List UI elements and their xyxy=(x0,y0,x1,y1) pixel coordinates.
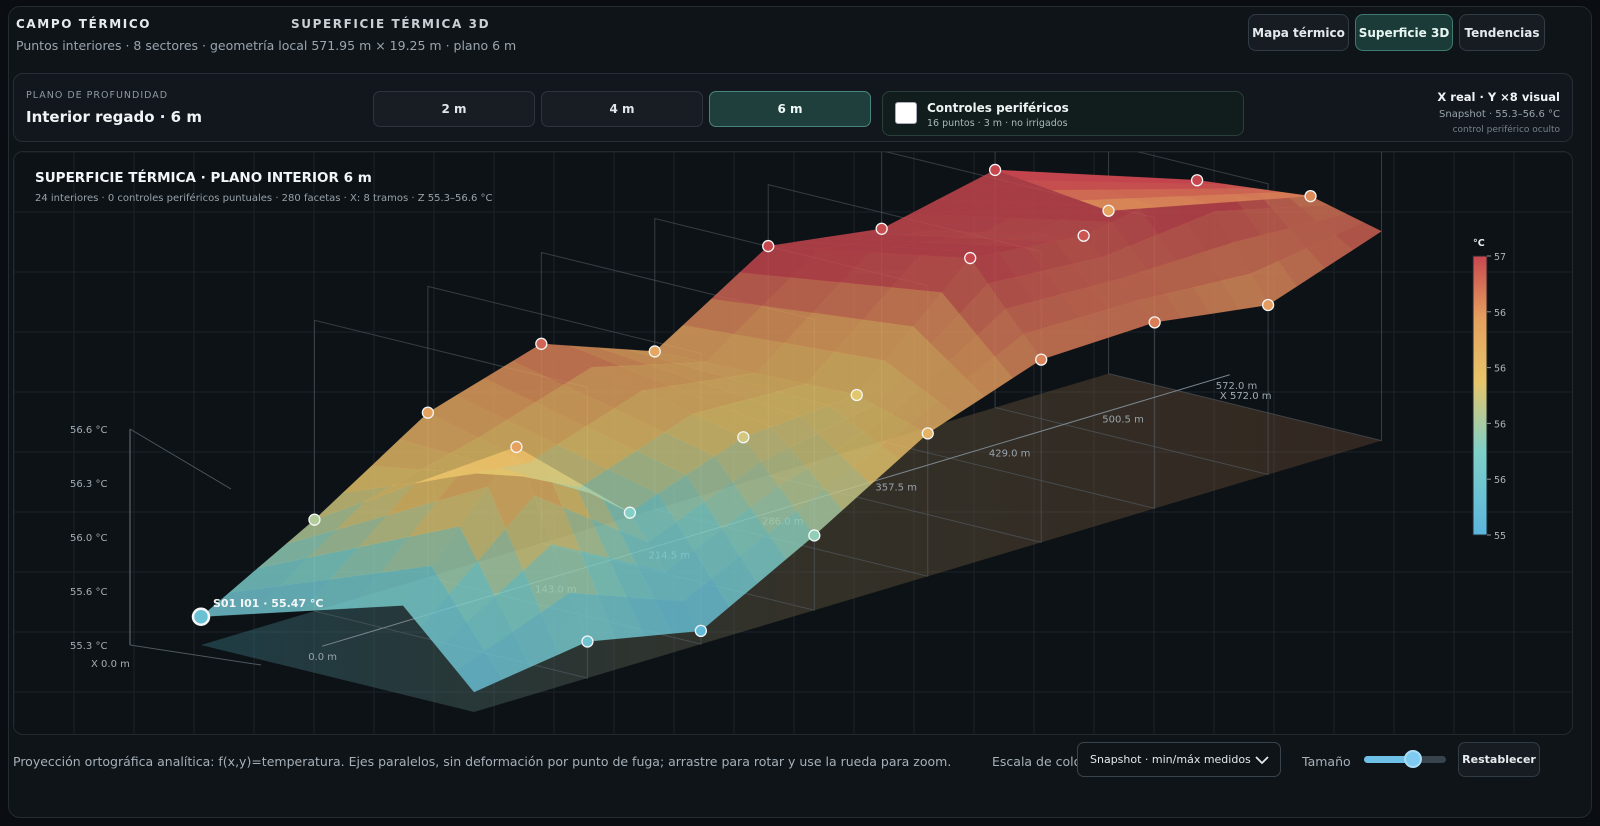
reset-button[interactable]: Restablecer xyxy=(1458,742,1540,777)
measurement-point xyxy=(1190,174,1204,187)
measurement-point xyxy=(737,431,750,444)
view-button-heatmap[interactable]: Mapa térmico xyxy=(1248,14,1349,51)
depth-label: PLANO DE PROFUNDIDAD xyxy=(26,90,169,101)
surface-chart-card: 56.6 °C 56.3 °C 56.0 °C 55.6 °C 55.3 °C 0.0 m… xyxy=(13,151,1573,735)
x-end-label: X 572.0 m xyxy=(1220,391,1272,402)
peripheral-controls-toggle[interactable]: Controles periféricos 16 puntos · 3 m · … xyxy=(882,91,1244,136)
surface-plot[interactable]: 56.6 °C 56.3 °C 56.0 °C 55.6 °C 55.3 °C 0.0 m… xyxy=(14,152,1573,735)
measurement-point xyxy=(623,506,637,519)
z-tick-label: 55.3 °C xyxy=(70,641,107,652)
x-tick-label: 500.5 m xyxy=(1102,415,1144,426)
measurement-point xyxy=(1077,229,1090,242)
color-scale-label: Escala de color xyxy=(992,754,1087,769)
scale-snapshot: Snapshot · 55.3–56.6 °C xyxy=(1439,109,1560,120)
measurement-point xyxy=(808,529,821,542)
measurement-point xyxy=(1035,353,1048,366)
depth-button-6m[interactable]: 6 m xyxy=(709,91,871,127)
scale-info: X real · Y ×8 visual Snapshot · 55.3–56.… xyxy=(1437,90,1560,135)
measurement-point xyxy=(875,222,888,235)
size-label: Tamaño xyxy=(1302,754,1351,769)
view-button-trends[interactable]: Tendencias xyxy=(1459,14,1545,51)
app-title: CAMPO TÉRMICO xyxy=(16,17,152,31)
depth-button-4m[interactable]: 4 m xyxy=(541,91,703,127)
size-slider[interactable] xyxy=(1364,750,1446,768)
measurement-point xyxy=(694,624,708,638)
chart-subtitle: 24 interiores · 0 controles periféricos … xyxy=(35,193,493,204)
peripheral-title: Controles periféricos xyxy=(927,101,1069,115)
measurement-point xyxy=(648,345,661,358)
measurement-point xyxy=(988,163,1002,177)
measurement-point xyxy=(581,635,594,648)
projection-note: Proyección ortográfica analítica: f(x,y)… xyxy=(13,754,952,769)
x-start-label: X 0.0 m xyxy=(91,659,130,670)
measurement-point xyxy=(850,388,863,402)
app-subtitle: Puntos interiores · 8 sectores · geometr… xyxy=(16,38,517,53)
colorbar-tick-label: 56 xyxy=(1494,419,1506,430)
z-tick-label: 56.3 °C xyxy=(70,479,107,490)
measurement-point xyxy=(510,440,523,454)
view-button-surface[interactable]: Superficie 3D xyxy=(1355,14,1453,51)
colorbar-tick-label: 56 xyxy=(1494,364,1506,375)
measurement-point xyxy=(762,239,775,253)
scale-note: control periférico oculto xyxy=(1452,125,1560,135)
view-mode-title: SUPERFICIE TÉRMICA 3D xyxy=(291,17,491,31)
depth-value: Interior regado · 6 m xyxy=(26,108,202,126)
colorbar-tick-label: 57 xyxy=(1494,252,1506,263)
measurement-point xyxy=(964,251,977,265)
color-scale-select[interactable]: Snapshot · min/máx medidos xyxy=(1077,742,1281,777)
measurement-point xyxy=(1304,189,1317,203)
z-frame-line xyxy=(129,428,232,490)
z-tick-label: 56.6 °C xyxy=(70,425,107,436)
colorbar-tick-label: 55 xyxy=(1494,531,1506,542)
color-scale-value: Snapshot · min/máx medidos xyxy=(1090,753,1251,766)
measurement-point xyxy=(1261,298,1275,312)
x-tick-label: 0.0 m xyxy=(308,652,337,663)
z-tick-label: 55.6 °C xyxy=(70,587,107,598)
measurement-point xyxy=(535,337,548,350)
depth-button-2m[interactable]: 2 m xyxy=(373,91,535,127)
z-tick-label: 56.0 °C xyxy=(70,533,107,544)
colorbar-tick-label: 56 xyxy=(1494,308,1506,319)
depth-control-bar: PLANO DE PROFUNDIDAD Interior regado · 6… xyxy=(13,73,1573,142)
highlight-label: S01 I01 · 55.47 °C xyxy=(213,597,324,610)
measurement-point xyxy=(1102,204,1115,217)
measurement-point xyxy=(921,427,934,440)
x-tick-label: 357.5 m xyxy=(875,483,917,494)
peripheral-checkbox[interactable] xyxy=(895,102,917,124)
chart-title: SUPERFICIE TÉRMICA · PLANO INTERIOR 6 m xyxy=(35,170,372,186)
peripheral-subtitle: 16 puntos · 3 m · no irrigados xyxy=(927,118,1068,129)
scale-title: X real · Y ×8 visual xyxy=(1437,90,1560,104)
colorbar xyxy=(1472,255,1488,536)
colorbar-tick-label: 56 xyxy=(1494,475,1506,486)
colorbar-unit: °C xyxy=(1473,238,1485,249)
x-tick-label: 429.0 m xyxy=(989,449,1031,460)
chevron-down-icon xyxy=(1255,756,1269,765)
measurement-point xyxy=(308,513,321,526)
measurement-point xyxy=(421,406,435,419)
size-slider-thumb[interactable] xyxy=(1404,750,1423,768)
measurement-point xyxy=(1148,316,1161,329)
measurement-point xyxy=(191,607,211,627)
